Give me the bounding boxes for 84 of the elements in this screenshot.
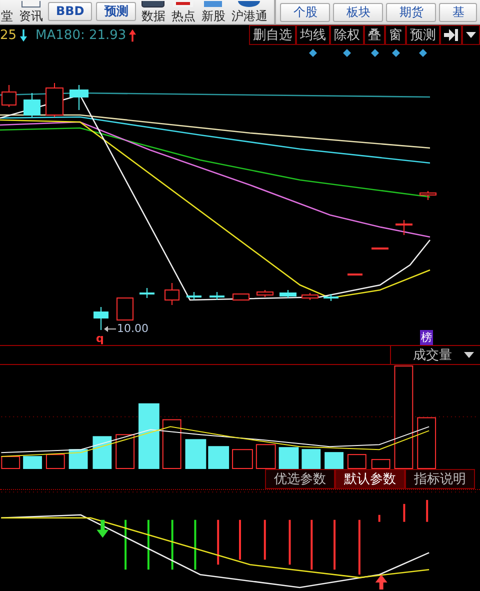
candlestick — [256, 290, 274, 298]
indicator-bar — [334, 520, 336, 570]
volume-bar — [185, 439, 206, 469]
candlestick — [396, 220, 412, 236]
indicator-bar — [288, 520, 291, 566]
candlestick — [164, 282, 180, 306]
volume-bar — [138, 403, 160, 469]
indicator-bar — [194, 520, 196, 570]
chart-button[interactable]: 删自选 — [249, 25, 296, 45]
toolbar-tab[interactable]: 期货 — [386, 2, 436, 22]
document-icon — [19, 1, 43, 9]
arrow-bar-icon — [444, 29, 458, 41]
down-arrow-icon — [96, 520, 109, 538]
indicator-bar — [147, 520, 150, 570]
collapse-button[interactable] — [440, 25, 462, 45]
caret-icon — [464, 352, 474, 358]
toolbar-item[interactable]: 热点 — [170, 1, 196, 24]
indicator-bar — [239, 520, 241, 560]
indicator-bar — [171, 520, 174, 570]
candlestick — [210, 292, 224, 300]
rank-badge: 榜 — [420, 330, 433, 345]
toolbar-button[interactable]: BBD — [48, 2, 92, 21]
volume-bar — [324, 452, 344, 469]
monitor-icon — [141, 1, 166, 9]
toolbar-item[interactable]: 堂 — [0, 9, 14, 24]
candlestick — [324, 294, 338, 302]
indicator-bar — [264, 520, 266, 560]
price-label: 10.00 — [117, 322, 148, 335]
indicator-bar — [124, 520, 127, 570]
candlestick — [116, 298, 134, 320]
candlestick — [348, 274, 362, 276]
indicator-bar — [217, 520, 220, 566]
up-arrow-icon — [129, 28, 136, 42]
candlestick — [24, 92, 40, 118]
toolbar-item[interactable]: 数据 — [140, 1, 166, 24]
candlestick — [186, 292, 202, 300]
toolbar-tab[interactable]: 个股 — [280, 2, 330, 22]
volume-bar — [347, 454, 366, 469]
low-marker: q — [96, 332, 104, 345]
volume-bar — [162, 419, 182, 469]
down-arrow-icon — [20, 28, 27, 42]
toolbar-button[interactable]: 预测 — [96, 2, 136, 21]
volume-bar — [92, 436, 112, 469]
up-arrow-icon — [375, 575, 388, 590]
indicator-bar — [378, 515, 380, 522]
toolbar-tab[interactable]: 板块 — [333, 2, 384, 22]
indicator-bar — [403, 504, 406, 522]
globe-icon — [237, 1, 262, 9]
param-tab[interactable]: 默认参数 — [335, 469, 405, 490]
param-tab[interactable]: 指标说明 — [405, 469, 475, 490]
caret-icon — [466, 32, 476, 38]
arrow-icon — [104, 326, 116, 332]
dropdown-button[interactable] — [462, 25, 480, 45]
candlestick — [70, 84, 88, 110]
candlestick — [140, 288, 154, 298]
volume-bar — [417, 417, 436, 469]
indicator-bar — [358, 520, 360, 576]
candlestick — [46, 82, 64, 118]
volume-bar — [68, 449, 88, 469]
toolbar-item[interactable]: 资讯 — [18, 1, 44, 24]
volume-bar — [23, 456, 42, 469]
volume-bar — [208, 446, 230, 469]
volume-bar — [302, 449, 321, 469]
volume-bar — [256, 444, 276, 469]
ma-label: MA180: 21.93 — [36, 28, 126, 42]
toolbar-item[interactable]: 沪港通 — [230, 1, 268, 24]
candlestick — [94, 306, 108, 330]
candlestick — [302, 292, 318, 300]
volume-bar — [116, 434, 135, 469]
param-tab[interactable]: 优选参数 — [265, 469, 335, 490]
candlestick — [372, 248, 388, 250]
volume-bar — [232, 449, 253, 469]
flame-icon — [171, 1, 196, 9]
volume-bar — [46, 454, 65, 469]
volume-bar — [278, 447, 299, 469]
price-value: 25 — [0, 28, 17, 42]
toolbar-item[interactable]: 新股 — [200, 1, 226, 24]
candlestick — [280, 290, 296, 298]
volume-bar — [371, 459, 390, 469]
indicator-bar — [310, 520, 313, 570]
candlestick — [420, 190, 436, 200]
indicator-bar — [426, 500, 428, 522]
candlestick — [232, 294, 250, 300]
toolbar-tab[interactable]: 基 — [439, 2, 478, 22]
